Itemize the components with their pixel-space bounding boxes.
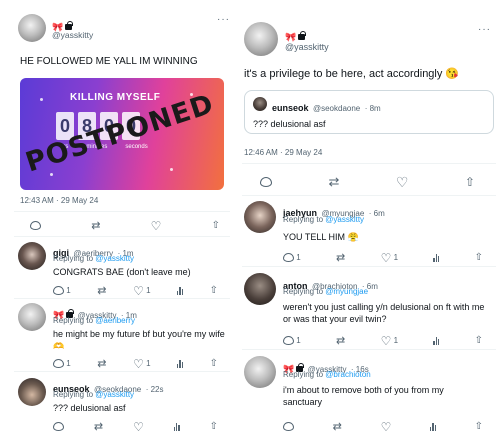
replying-to: Replying to @myungjae xyxy=(283,287,369,296)
avatar[interactable] xyxy=(244,201,276,233)
views-icon[interactable] xyxy=(433,253,440,262)
display-name: eunseok xyxy=(272,103,309,113)
tweet-text: it's a privilege to be here, act accordi… xyxy=(244,68,460,80)
replying-to: Replying to @yasskitty xyxy=(283,215,365,224)
avatar[interactable] xyxy=(244,273,276,305)
reply-icon[interactable] xyxy=(283,253,294,262)
quote-text: ??? delusional asf xyxy=(253,119,326,129)
tweet-time: · 8m xyxy=(364,104,381,113)
tweet-timestamp[interactable]: 12:46 AM · 29 May 24 xyxy=(244,148,322,157)
retweet-icon[interactable]: ⇄ xyxy=(328,174,339,190)
reply-text: YOU TELL HIM 😤 xyxy=(283,232,359,242)
replying-to: Replying to @brachioton xyxy=(283,370,371,379)
reply-count: 1 xyxy=(296,253,301,262)
avatar[interactable] xyxy=(244,22,278,56)
user-handle[interactable]: @yasskitty xyxy=(285,42,329,52)
mention-link[interactable]: @yasskitty xyxy=(325,215,364,224)
share-icon[interactable]: ⇧ xyxy=(465,175,475,189)
like-count: 1 xyxy=(393,253,399,262)
retweet-icon[interactable]: ⇄ xyxy=(336,251,345,264)
tweet-actions: ⇄ ♡ ⇧ xyxy=(260,174,475,190)
avatar xyxy=(253,97,267,111)
tweet-time: · 6m xyxy=(368,209,385,218)
share-icon[interactable]: ⇧ xyxy=(475,421,483,432)
avatar[interactable] xyxy=(244,356,276,388)
more-icon[interactable]: ··· xyxy=(478,24,491,35)
retweet-icon[interactable]: ⇄ xyxy=(333,420,342,433)
quoted-tweet[interactable]: eunseok @seokdaone · 8m ??? delusional a… xyxy=(244,90,494,134)
retweet-icon[interactable]: ⇄ xyxy=(336,334,345,347)
mention-link[interactable]: @myungjae xyxy=(325,287,368,296)
like-count: 1 xyxy=(393,336,399,345)
views-icon[interactable] xyxy=(430,422,436,431)
reply-icon[interactable] xyxy=(283,422,294,431)
like-icon[interactable]: ♡ xyxy=(381,252,392,264)
reply-icon[interactable] xyxy=(283,336,294,345)
views-icon[interactable] xyxy=(433,336,440,345)
like-icon[interactable]: ♡ xyxy=(381,335,392,347)
mention-link[interactable]: @brachioton xyxy=(325,370,370,379)
share-icon[interactable]: ⇧ xyxy=(475,335,483,346)
bow-icon: 🎀 xyxy=(285,32,297,42)
reply-actions: 1 ⇄ ♡ 1 ⇧ xyxy=(283,251,483,264)
reply-actions: ⇄ ♡ ⇧ xyxy=(283,420,483,433)
share-icon[interactable]: ⇧ xyxy=(475,252,483,263)
user-handle: @seokdaone xyxy=(312,104,361,113)
like-icon[interactable]: ♡ xyxy=(396,175,409,189)
reply-text: weren't you just calling y/n delusional … xyxy=(283,302,485,325)
lock-icon xyxy=(298,30,306,40)
like-icon[interactable]: ♡ xyxy=(381,421,392,433)
reply-text: i'm about to remove both of you from my … xyxy=(283,385,444,408)
reply-actions: 1 ⇄ ♡ 1 ⇧ xyxy=(283,334,483,347)
reply-icon[interactable] xyxy=(260,177,272,187)
reply-count: 1 xyxy=(296,336,301,345)
right-tweet-thread: 🎀 @yasskitty ··· it's a privilege to be … xyxy=(0,0,500,435)
